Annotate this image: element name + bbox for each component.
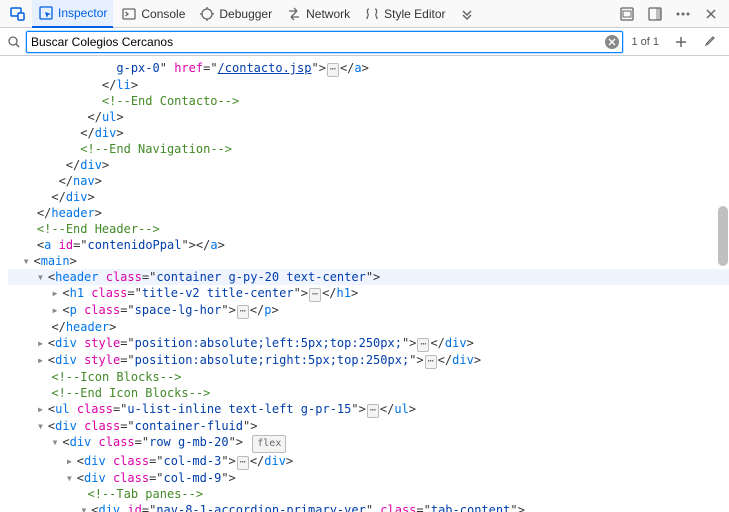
network-icon xyxy=(286,6,302,22)
more-button[interactable] xyxy=(671,2,695,26)
tab-label: Inspector xyxy=(58,6,107,20)
expand-twisty[interactable]: ▾ xyxy=(37,269,47,285)
responsive-mode-button[interactable] xyxy=(6,2,30,26)
code-line[interactable]: </li> xyxy=(8,77,729,93)
code-line[interactable]: ▸<h1 class="title-v2 title-center">⋯</h1… xyxy=(8,285,729,302)
tab-console[interactable]: Console xyxy=(115,2,191,26)
style-editor-icon xyxy=(364,6,380,22)
tab-inspector[interactable]: Inspector xyxy=(32,0,113,28)
clear-search-button[interactable] xyxy=(605,35,619,49)
expand-twisty[interactable]: ▾ xyxy=(66,470,76,486)
tab-network[interactable]: Network xyxy=(280,2,356,26)
debugger-icon xyxy=(199,6,215,22)
search-input[interactable] xyxy=(26,31,623,53)
expand-twisty[interactable]: ▾ xyxy=(51,434,61,450)
ellipsis-icon[interactable]: ⋯ xyxy=(237,305,249,319)
iframe-picker-button[interactable] xyxy=(615,2,639,26)
code-line[interactable]: </header> xyxy=(8,205,729,221)
code-line[interactable]: </div> xyxy=(8,157,729,173)
expand-twisty[interactable]: ▾ xyxy=(37,418,47,434)
inspector-icon xyxy=(38,5,54,21)
close-devtools-button[interactable] xyxy=(699,2,723,26)
ellipsis-icon[interactable]: ⋯ xyxy=(417,338,429,352)
code-line[interactable]: <!--Tab panes--> xyxy=(8,486,729,502)
expand-twisty[interactable]: ▸ xyxy=(51,302,61,318)
code-line[interactable]: </div> xyxy=(8,125,729,141)
tab-label: Console xyxy=(141,7,185,21)
code-line[interactable]: g-px-0" href="/contacto.jsp">⋯</a> xyxy=(8,60,729,77)
ellipsis-icon[interactable]: ⋯ xyxy=(425,355,437,369)
code-line[interactable]: </nav> xyxy=(8,173,729,189)
console-icon xyxy=(121,6,137,22)
code-line[interactable]: <!--End Icon Blocks--> xyxy=(8,385,729,401)
search-icon xyxy=(6,34,22,50)
code-line[interactable]: <a id="contenidoPpal"></a> xyxy=(8,237,729,253)
code-line[interactable]: </header> xyxy=(8,319,729,335)
code-line[interactable]: ▾<div id="nav-8-1-accordion-primary-ver"… xyxy=(8,502,729,512)
expand-twisty[interactable]: ▸ xyxy=(66,453,76,469)
code-line[interactable]: ▸<div style="position:absolute;left:5px;… xyxy=(8,335,729,352)
code-line[interactable]: ▾<main> xyxy=(8,253,729,269)
scrollbar-thumb[interactable] xyxy=(718,206,728,266)
expand-twisty[interactable]: ▸ xyxy=(37,401,47,417)
expand-twisty[interactable]: ▾ xyxy=(22,253,32,269)
code-line[interactable]: ▸<div style="position:absolute;right:5px… xyxy=(8,352,729,369)
tab-label: Debugger xyxy=(219,7,272,21)
ellipsis-icon[interactable]: ⋯ xyxy=(327,63,339,77)
add-node-button[interactable] xyxy=(669,30,693,54)
code-line[interactable]: </ul> xyxy=(8,109,729,125)
devtools-toolbar: Inspector Console Debugger Network Style… xyxy=(0,0,729,28)
code-line[interactable]: <!--End Contacto--> xyxy=(8,93,729,109)
tab-label: Network xyxy=(306,7,350,21)
eyedropper-button[interactable] xyxy=(697,30,721,54)
expand-twisty[interactable]: ▸ xyxy=(37,352,47,368)
tab-style-editor[interactable]: Style Editor xyxy=(358,2,451,26)
code-line[interactable]: ▾<div class="container-fluid"> xyxy=(8,418,729,434)
search-match-count: 1 of 1 xyxy=(631,36,659,48)
code-line[interactable]: <!--End Header--> xyxy=(8,221,729,237)
code-line[interactable]: ▾<header class="container g-py-20 text-c… xyxy=(8,269,729,285)
code-line[interactable]: ▸<div class="col-md-3">⋯</div> xyxy=(8,453,729,470)
code-line[interactable]: ▸<ul class="u-list-inline text-left g-pr… xyxy=(8,401,729,418)
overflow-tabs-button[interactable] xyxy=(455,2,479,26)
inspector-searchbar: 1 of 1 xyxy=(0,28,729,56)
code-line[interactable]: ▾<div class="col-md-9"> xyxy=(8,470,729,486)
dock-button[interactable] xyxy=(643,2,667,26)
ellipsis-icon[interactable]: ⋯ xyxy=(367,404,379,418)
expand-twisty[interactable]: ▾ xyxy=(80,502,90,512)
flex-badge[interactable]: flex xyxy=(252,435,286,453)
code-line[interactable]: <!--Icon Blocks--> xyxy=(8,369,729,385)
code-line[interactable]: </div> xyxy=(8,189,729,205)
code-line[interactable]: ▸<p class="space-lg-hor">⋯</p> xyxy=(8,302,729,319)
expand-twisty[interactable]: ▸ xyxy=(51,285,61,301)
markup-panel[interactable]: g-px-0" href="/contacto.jsp">⋯</a> </li>… xyxy=(0,56,729,512)
ellipsis-icon[interactable]: ⋯ xyxy=(309,288,321,302)
ellipsis-icon[interactable]: ⋯ xyxy=(237,456,249,470)
code-line[interactable]: ▾<div class="row g-mb-20"> flex xyxy=(8,434,729,453)
tab-label: Style Editor xyxy=(384,7,445,21)
tab-debugger[interactable]: Debugger xyxy=(193,2,278,26)
code-line[interactable]: <!--End Navigation--> xyxy=(8,141,729,157)
expand-twisty[interactable]: ▸ xyxy=(37,335,47,351)
